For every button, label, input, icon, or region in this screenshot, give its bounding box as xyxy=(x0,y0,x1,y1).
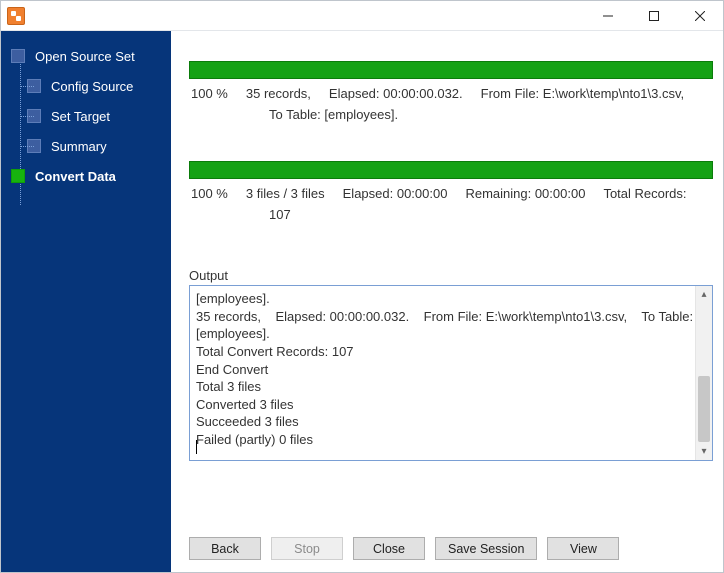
step-marker-icon xyxy=(27,79,41,93)
save-session-button[interactable]: Save Session xyxy=(435,537,537,560)
step-marker-icon xyxy=(11,169,25,183)
total-elapsed: Elapsed: 00:00:00 xyxy=(343,185,448,204)
output-scrollbar[interactable]: ▴ ▾ xyxy=(695,286,712,460)
file-percent: 100 % xyxy=(191,85,228,104)
file-to: To Table: [employees]. xyxy=(269,107,398,122)
step-label: Convert Data xyxy=(35,169,116,184)
output-line: [employees]. xyxy=(196,291,270,306)
output-line: 35 records, Elapsed: 00:00:00.032. From … xyxy=(196,309,697,342)
wizard-sidebar: Open Source Set Config Source Set Target… xyxy=(1,31,171,572)
close-icon xyxy=(695,11,705,21)
button-bar: Back Stop Close Save Session View xyxy=(171,527,723,572)
total-files: 3 files / 3 files xyxy=(246,185,325,204)
step-config-source[interactable]: Config Source xyxy=(1,71,171,101)
step-label: Summary xyxy=(51,139,107,154)
total-remaining: Remaining: 00:00:00 xyxy=(465,185,585,204)
minimize-icon xyxy=(603,11,613,21)
view-button[interactable]: View xyxy=(547,537,619,560)
maximize-button[interactable] xyxy=(631,1,677,30)
step-label: Config Source xyxy=(51,79,133,94)
total-progress-info: 100 % 3 files / 3 files Elapsed: 00:00:0… xyxy=(189,185,713,225)
step-open-source-set[interactable]: Open Source Set xyxy=(1,41,171,71)
file-elapsed: Elapsed: 00:00:00.032. xyxy=(329,85,463,104)
minimize-button[interactable] xyxy=(585,1,631,30)
step-marker-icon xyxy=(27,109,41,123)
back-button[interactable]: Back xyxy=(189,537,261,560)
file-progress-info: 100 % 35 records, Elapsed: 00:00:00.032.… xyxy=(189,85,713,125)
close-button[interactable]: Close xyxy=(353,537,425,560)
total-percent: 100 % xyxy=(191,185,228,204)
output-text[interactable]: [employees]. 35 records, Elapsed: 00:00:… xyxy=(190,286,712,460)
output-line: Total 3 files xyxy=(196,379,261,394)
output-line: End Convert xyxy=(196,362,268,377)
close-window-button[interactable] xyxy=(677,1,723,30)
step-label: Open Source Set xyxy=(35,49,135,64)
output-line: Converted 3 files xyxy=(196,397,294,412)
scroll-down-icon[interactable]: ▾ xyxy=(696,443,712,460)
scroll-up-icon[interactable]: ▴ xyxy=(696,286,712,303)
output-line: Total Convert Records: 107 xyxy=(196,344,354,359)
text-caret xyxy=(196,440,197,454)
app-icon xyxy=(7,7,25,25)
total-records-label: Total Records: xyxy=(603,185,686,204)
window-buttons xyxy=(585,1,723,30)
titlebar xyxy=(1,1,723,31)
step-marker-icon xyxy=(11,49,25,63)
content-panel: 100 % 35 records, Elapsed: 00:00:00.032.… xyxy=(171,31,723,572)
step-set-target[interactable]: Set Target xyxy=(1,101,171,131)
output-line: Failed (partly) 0 files xyxy=(196,432,313,447)
maximize-icon xyxy=(649,11,659,21)
file-from: From File: E:\work\temp\nto1\3.csv, xyxy=(481,85,684,104)
scroll-thumb[interactable] xyxy=(698,376,710,442)
stop-button: Stop xyxy=(271,537,343,560)
total-records-value: 107 xyxy=(269,207,291,222)
step-convert-data[interactable]: Convert Data xyxy=(1,161,171,191)
file-progress-bar xyxy=(189,61,713,79)
total-progress-bar xyxy=(189,161,713,179)
output-box: [employees]. 35 records, Elapsed: 00:00:… xyxy=(189,285,713,461)
step-marker-icon xyxy=(27,139,41,153)
output-label: Output xyxy=(189,268,723,283)
step-label: Set Target xyxy=(51,109,110,124)
step-summary[interactable]: Summary xyxy=(1,131,171,161)
output-line: Succeeded 3 files xyxy=(196,414,299,429)
file-records: 35 records, xyxy=(246,85,311,104)
